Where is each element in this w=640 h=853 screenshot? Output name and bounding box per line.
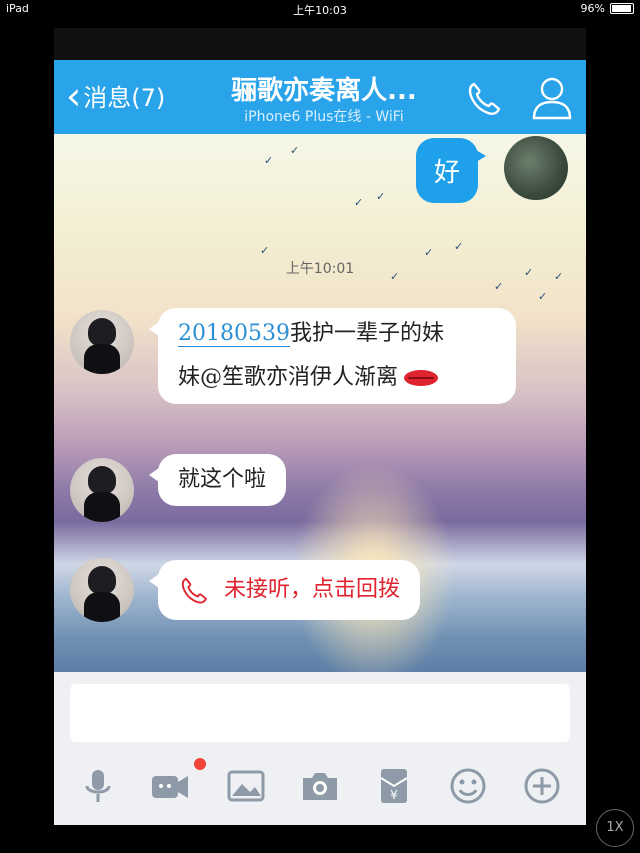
chevron-left-icon: ‹: [66, 73, 82, 118]
bird-decoration: ✓: [538, 290, 548, 303]
chat-title[interactable]: 骊歌亦奏离人...: [204, 70, 444, 107]
app-screen: ‹ 消息(7) 骊歌亦奏离人... iPhone6 Plus在线 - WiFi …: [54, 28, 586, 825]
chat-area[interactable]: ✓ ✓ ✓ ✓ ✓ ✓ ✓ ✓ ✓ ✓ ✓ ✓ 好 上午10:01 201805…: [54, 134, 586, 672]
message-text: 就这个啦: [178, 467, 267, 492]
input-area: ¥: [54, 672, 586, 825]
bird-decoration: ✓: [264, 154, 274, 167]
mention-link[interactable]: 20180539: [178, 321, 290, 347]
status-right: 96%: [581, 2, 634, 15]
message-text: 妹@笙歌亦消伊人渐离: [178, 365, 399, 390]
message-timestamp: 上午10:01: [285, 261, 355, 277]
phone-call-icon[interactable]: [464, 78, 504, 118]
zoom-button[interactable]: 1X: [596, 809, 634, 847]
bird-decoration: ✓: [260, 244, 270, 257]
bird-decoration: ✓: [290, 144, 300, 157]
camera-icon[interactable]: [300, 766, 340, 806]
my-avatar[interactable]: [504, 136, 568, 200]
image-icon[interactable]: [226, 766, 266, 806]
status-bar: iPad 上午10:03 96%: [0, 0, 640, 18]
profile-icon[interactable]: [530, 74, 574, 120]
red-packet-icon[interactable]: ¥: [374, 766, 414, 806]
chat-header: ‹ 消息(7) 骊歌亦奏离人... iPhone6 Plus在线 - WiFi: [54, 60, 586, 134]
contact-avatar[interactable]: [70, 458, 134, 522]
emoji-icon[interactable]: [448, 766, 488, 806]
bird-decoration: ✓: [376, 190, 386, 203]
contact-avatar[interactable]: [70, 310, 134, 374]
mic-icon[interactable]: [78, 766, 118, 806]
status-time: 上午10:03: [293, 4, 347, 17]
back-label: 消息(7): [83, 84, 166, 112]
back-button[interactable]: ‹ 消息(7): [66, 73, 166, 118]
incoming-message-1[interactable]: 20180539我护一辈子的妹 妹@笙歌亦消伊人渐离: [149, 308, 516, 404]
bird-decoration: ✓: [494, 280, 504, 293]
bird-decoration: ✓: [354, 196, 364, 209]
lips-emoji-icon: [404, 370, 439, 386]
missed-call-text: 未接听，点击回拨: [224, 577, 401, 602]
plus-icon[interactable]: [522, 766, 562, 806]
incoming-message-2[interactable]: 就这个啦: [148, 454, 287, 506]
phone-missed-icon: [181, 577, 207, 604]
missed-call-bubble[interactable]: 未接听，点击回拨: [148, 560, 421, 620]
message-input[interactable]: [70, 684, 570, 742]
input-toolbar: ¥: [54, 756, 586, 816]
battery-icon: [610, 3, 634, 14]
battery-percent: 96%: [580, 2, 605, 15]
notification-dot: [194, 758, 206, 770]
svg-text:¥: ¥: [390, 788, 398, 802]
chat-subtitle: iPhone6 Plus在线 - WiFi: [244, 109, 404, 125]
outgoing-bubble[interactable]: 好: [416, 138, 479, 203]
contact-avatar[interactable]: [70, 558, 134, 622]
outgoing-message[interactable]: 好: [416, 138, 479, 203]
video-icon[interactable]: [150, 766, 190, 806]
message-text: 我护一辈子的妹: [289, 321, 444, 346]
bird-decoration: ✓: [454, 240, 464, 253]
